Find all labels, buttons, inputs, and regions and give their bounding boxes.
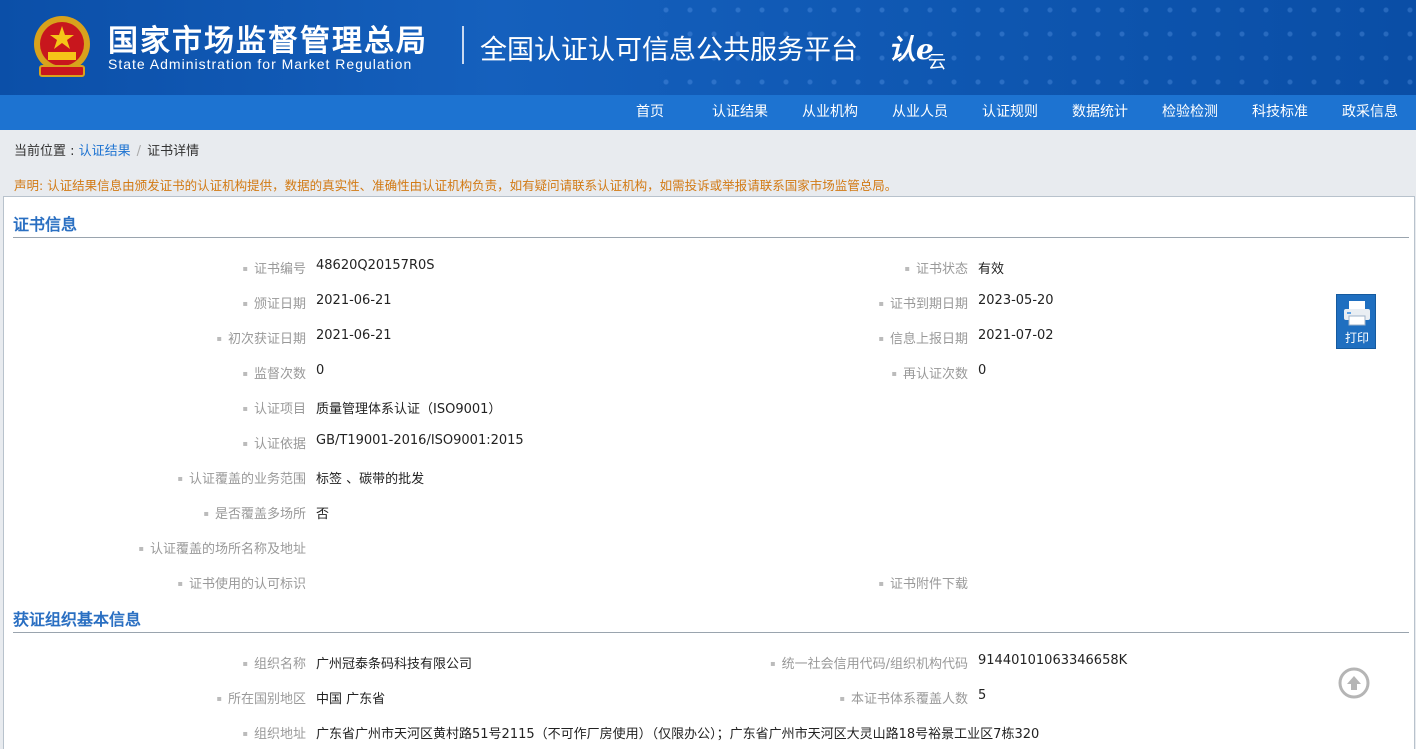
nav-standards[interactable]: 科技标准 [1235,95,1325,130]
value-project: 质量管理体系认证（ISO9001） [316,402,502,417]
section-title-cert: 证书信息 [13,215,78,234]
label-supervise: 监督次数 [243,363,306,382]
section-title-org: 获证组织基本信息 [13,610,142,629]
value-basis: GB/T19001-2016/ISO9001:2015 [316,433,524,448]
label-covered-people: 本证书体系覆盖人数 [840,688,968,707]
national-emblem-icon [34,16,90,77]
section-divider [13,632,1409,633]
value-covered-people: 5 [978,688,987,703]
renyun-logo-sub: 云 [928,52,946,73]
label-region: 所在国别地区 [217,688,306,707]
label-sites: 认证覆盖的场所名称及地址 [139,538,306,557]
nav-personnel[interactable]: 从业人员 [875,95,965,130]
label-report-date: 信息上报日期 [879,328,968,347]
value-address: 广东省广州市天河区黄村路51号2115（不可作厂房使用）（仅限办公）；广东省广州… [316,727,1040,742]
section-divider [13,237,1409,238]
value-cert-no: 48620Q20157R0S [316,258,435,273]
header-banner: 国家市场监督管理总局 State Administration for Mark… [0,0,1416,95]
label-first-date: 初次获证日期 [217,328,306,347]
printer-icon [1344,301,1370,326]
label-accred-mark: 证书使用的认可标识 [178,573,306,592]
label-basis: 认证依据 [243,433,306,452]
label-attachment[interactable]: 证书附件下载 [879,573,968,592]
value-credit-code: 91440101063346658K [978,653,1128,668]
agency-name-en: State Administration for Market Regulati… [108,56,413,72]
nav-inspection[interactable]: 检验检测 [1145,95,1235,130]
label-scope: 认证覆盖的业务范围 [178,468,306,487]
print-button[interactable]: 打印 [1336,294,1376,349]
header-divider [462,26,464,64]
label-issue-date: 颁证日期 [243,293,306,312]
renyun-logo-text: 认e [888,33,934,66]
nav-statistics[interactable]: 数据统计 [1055,95,1145,130]
breadcrumb-link-results[interactable]: 认证结果 [79,144,131,159]
value-recert: 0 [978,363,987,378]
value-scope: 标签 、碳带的批发 [316,472,425,487]
value-report-date: 2021-07-02 [978,328,1054,343]
label-multi-site: 是否覆盖多场所 [204,503,306,522]
label-org-name: 组织名称 [243,653,306,672]
breadcrumb: 当前位置 : 认证结果 / 证书详情 [14,140,199,159]
label-address: 组织地址 [243,723,306,742]
nav-rules[interactable]: 认证规则 [965,95,1055,130]
nav-procurement[interactable]: 政采信息 [1325,95,1415,130]
back-to-top-icon[interactable] [1338,667,1370,699]
label-project: 认证项目 [243,398,306,417]
disclaimer-notice: 声明: 认证结果信息由颁发证书的认证机构提供，数据的真实性、准确性由认证机构负责… [14,178,898,193]
print-label: 打印 [1344,331,1369,345]
value-supervise: 0 [316,363,325,378]
main-nav: 首页 认证结果 从业机构 从业人员 认证规则 数据统计 检验检测 科技标准 政采… [0,95,1416,130]
nav-home[interactable]: 首页 [605,95,695,130]
agency-name-cn: 国家市场监督管理总局 [108,24,428,59]
value-org-name: 广州冠泰条码科技有限公司 [316,657,473,672]
label-credit-code: 统一社会信用代码/组织机构代码 [770,653,968,672]
value-first-date: 2021-06-21 [316,328,392,343]
breadcrumb-current: 证书详情 [147,144,200,159]
value-region: 中国 广东省 [316,692,386,707]
platform-title: 全国认证认可信息公共服务平台 [480,35,858,66]
breadcrumb-prefix: 当前位置 : [14,144,79,159]
nav-institutions[interactable]: 从业机构 [785,95,875,130]
label-expire-date: 证书到期日期 [879,293,968,312]
value-issue-date: 2021-06-21 [316,293,392,308]
breadcrumb-separator: / [136,144,142,159]
value-expire-date: 2023-05-20 [978,293,1054,308]
value-multi-site: 否 [316,507,330,522]
label-cert-status: 证书状态 [905,258,968,277]
detail-panel: 证书信息 证书编号 48620Q20157R0S 证书状态 有效 颁证日期 20… [3,196,1415,749]
value-cert-status: 有效 [978,262,1005,277]
label-recert: 再认证次数 [892,363,968,382]
label-cert-no: 证书编号 [243,258,306,277]
nav-cert-results[interactable]: 认证结果 [695,95,785,130]
